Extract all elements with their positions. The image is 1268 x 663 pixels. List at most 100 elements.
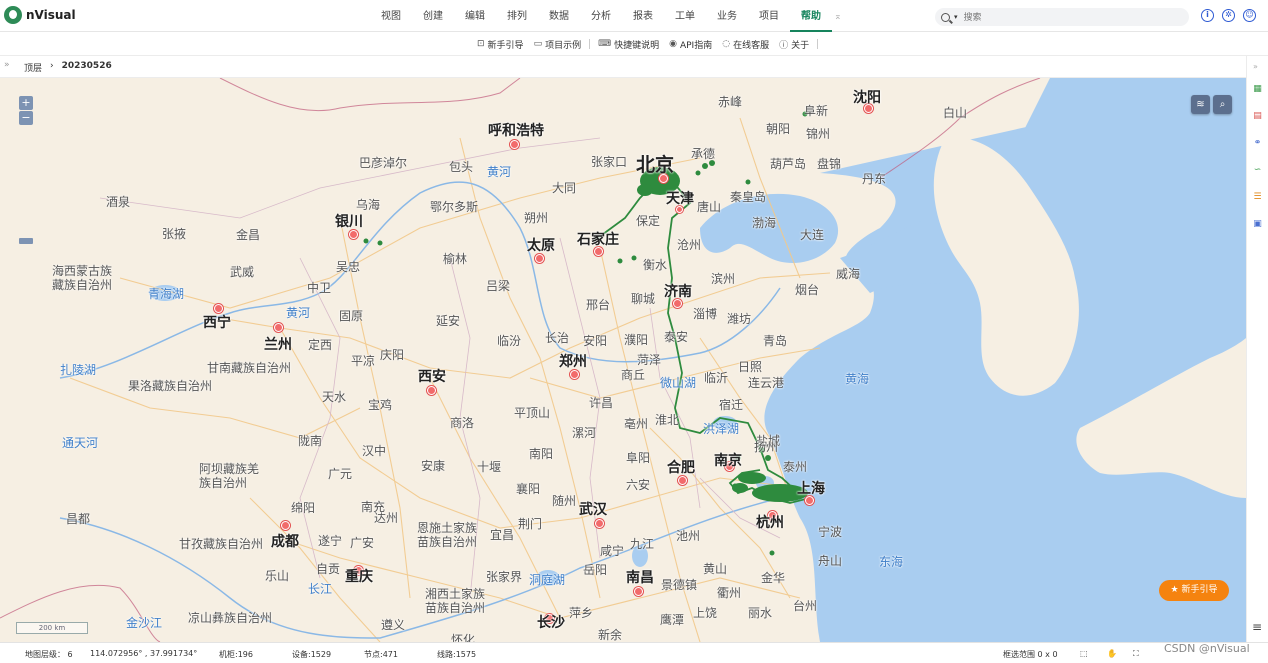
info-icon[interactable]: i	[1201, 9, 1214, 22]
menu-reports[interactable]: 报表	[622, 0, 664, 32]
label-weihai: 威海	[836, 267, 861, 281]
settings-icon[interactable]: ✲	[1222, 9, 1235, 22]
label-guangyuan: 广元	[328, 467, 353, 481]
city-dot-lanzhou[interactable]	[274, 323, 283, 332]
select-tool-icon[interactable]: ⬚	[1080, 649, 1088, 658]
label-fuyang: 阜阳	[626, 451, 651, 465]
app-name: nVisual	[26, 8, 76, 22]
label-zhaling-lake: 扎陵湖	[60, 363, 97, 377]
label-liaocheng: 聊城	[631, 292, 656, 306]
newbie-guide-label: 新手引导	[487, 40, 524, 51]
layers-icon[interactable]: ≋	[1191, 95, 1210, 114]
map-canvas[interactable]: 北京 天津 石家庄 太原 呼和浩特 银川 西宁 兰州 西安 郑州 济南 合肥 南…	[0, 78, 1246, 642]
search-icon[interactable]	[941, 12, 950, 22]
city-dot-huhehaote[interactable]	[510, 140, 519, 149]
label-wuhan: 武汉	[579, 502, 607, 518]
label-bozhou: 亳州	[624, 417, 649, 431]
breadcrumb-bar: » 顶层 › 20230526	[0, 56, 1268, 78]
chevron-down-icon[interactable]: ▾	[954, 13, 958, 21]
api-guide-label: API指南	[679, 40, 713, 51]
topology-panel-icon[interactable]: ⚭	[1252, 138, 1263, 148]
app-logo[interactable]: nVisual	[4, 6, 76, 24]
menu-project[interactable]: 项目	[748, 0, 790, 32]
newbie-guide-button[interactable]: ⊡ 新手引导	[472, 38, 529, 51]
breadcrumb-root[interactable]: 顶层	[24, 61, 42, 74]
label-ankang: 安康	[421, 459, 446, 473]
label-yellow-river-2: 黄河	[286, 306, 311, 320]
label-guoluo: 果洛藏族自治州	[128, 379, 213, 393]
nvisual-app: nVisual 视图 创建 编辑 排列 数据 分析 报表 工单 业务 项目 帮助…	[0, 0, 1268, 663]
label-xingtai: 邢台	[586, 298, 611, 312]
label-suizhou: 随州	[552, 494, 577, 508]
project-examples-label: 项目示例	[545, 40, 582, 51]
label-yanan: 延安	[436, 314, 461, 328]
city-dot-chengdu[interactable]	[281, 521, 290, 530]
pin-menu-icon[interactable]: ⌅	[834, 0, 842, 32]
zoom-in-button[interactable]: +	[19, 96, 33, 110]
expand-right-panel-icon[interactable]: »	[1253, 62, 1258, 71]
hamburger-menu-icon[interactable]: ≡	[1252, 620, 1262, 634]
menu-help[interactable]: 帮助	[790, 0, 832, 32]
map-search-icon[interactable]: ⌕	[1213, 95, 1232, 114]
menu-view[interactable]: 视图	[370, 0, 412, 32]
zoom-slider-handle[interactable]	[19, 238, 33, 244]
list-panel-icon[interactable]: ☰	[1252, 192, 1263, 202]
zoom-out-button[interactable]: −	[19, 111, 33, 125]
label-chizhou: 池州	[676, 529, 701, 543]
label-anyang: 安阳	[583, 334, 608, 348]
user-icon[interactable]: ☺	[1243, 9, 1256, 22]
label-nanchong: 南充	[361, 500, 386, 514]
label-wuwei: 武威	[230, 265, 255, 279]
label-weishan-lake: 微山湖	[660, 376, 697, 390]
city-dot-yinchuan[interactable]	[349, 230, 358, 239]
city-dot-nanchang[interactable]	[634, 587, 643, 596]
label-jinan: 济南	[664, 284, 692, 300]
expand-left-panel-icon[interactable]: »	[4, 60, 10, 70]
devices-value: 1529	[310, 650, 332, 659]
toolbar-divider	[817, 39, 819, 49]
label-quzhou: 衢州	[717, 586, 742, 600]
api-guide-button[interactable]: ◉ API指南	[664, 38, 717, 51]
menu-analysis[interactable]: 分析	[580, 0, 622, 32]
label-yingtan: 鹰潭	[660, 613, 685, 627]
monitor-panel-icon[interactable]: ▣	[1252, 219, 1263, 229]
menu-data[interactable]: 数据	[538, 0, 580, 32]
zoom-level-label: 地图层级：	[25, 650, 65, 659]
menu-create[interactable]: 创建	[412, 0, 454, 32]
lines-status: 线路:1575	[437, 649, 476, 660]
online-support-button[interactable]: ◌ 在线客服	[717, 38, 774, 51]
label-lianyungang: 连云港	[748, 376, 785, 390]
label-binzhou: 滨州	[711, 272, 736, 286]
project-examples-button[interactable]: ▭ 项目示例	[529, 38, 587, 51]
zoom-controls: + −	[19, 96, 33, 126]
label-cangzhou: 沧州	[677, 238, 702, 252]
pan-tool-icon[interactable]: ✋	[1107, 649, 1117, 658]
route-panel-icon[interactable]: ∽	[1252, 165, 1263, 175]
search-input[interactable]	[963, 12, 1154, 22]
table-panel-icon[interactable]: ▤	[1252, 111, 1263, 121]
city-dot-wuhan[interactable]	[595, 519, 604, 528]
label-lishui: 丽水	[748, 606, 773, 620]
label-guyuan: 固原	[339, 309, 364, 323]
label-huludao: 葫芦岛	[770, 157, 807, 171]
menu-arrange[interactable]: 排列	[496, 0, 538, 32]
label-hengshui: 衡水	[643, 258, 668, 272]
city-dot-taiyuan[interactable]	[535, 254, 544, 263]
chat-icon: ◌	[722, 39, 731, 49]
newbie-guide-floating-button[interactable]: ★ 新手引导	[1159, 580, 1229, 601]
menu-edit[interactable]: 编辑	[454, 0, 496, 32]
about-button[interactable]: ⓘ 关于	[774, 38, 814, 51]
help-toolbar: ⊡ 新手引导 ▭ 项目示例 ⌨ 快捷键说明 ◉ API指南 ◌ 在线客服 ⓘ 关于	[0, 32, 1268, 56]
city-dot-zhengzhou[interactable]	[570, 370, 579, 379]
menu-workorder[interactable]: 工单	[664, 0, 706, 32]
chart-panel-icon[interactable]: ▦	[1252, 84, 1263, 94]
label-yinchuan: 银川	[335, 214, 363, 230]
nvisual-logo-icon	[4, 6, 22, 24]
label-baoji: 宝鸡	[368, 398, 393, 412]
shortcuts-button[interactable]: ⌨ 快捷键说明	[593, 38, 664, 51]
fullscreen-icon[interactable]: ⛶	[1133, 649, 1139, 659]
city-dot-hefei[interactable]	[678, 476, 687, 485]
label-yellow-sea: 黄海	[845, 372, 870, 386]
city-dot-xian[interactable]	[427, 386, 436, 395]
menu-business[interactable]: 业务	[706, 0, 748, 32]
